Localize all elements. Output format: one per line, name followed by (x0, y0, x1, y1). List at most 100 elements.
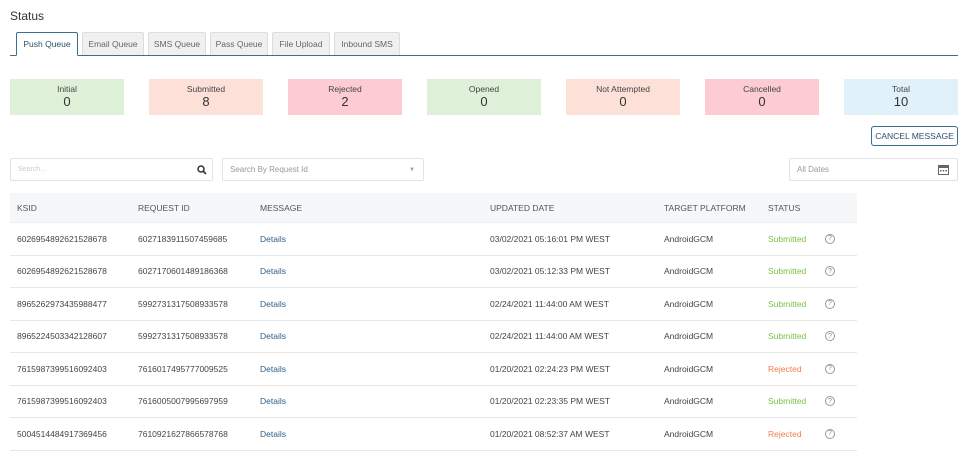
status-cell: Submitted (768, 298, 807, 309)
status-cell: Rejected (768, 363, 802, 374)
platform-cell: AndroidGCM (664, 266, 714, 277)
updated-date-cell: 03/02/2021 05:12:33 PM WEST (490, 266, 611, 277)
help-icon[interactable]: ? (825, 396, 835, 407)
status-card-cancelled: Cancelled 0 (705, 79, 819, 115)
search-input[interactable]: Search... (10, 158, 213, 181)
status-card-total: Total 10 (844, 79, 958, 115)
ksid-cell: 6026954892621528678 (17, 266, 107, 277)
table-row: 7615987399516092403 7616017495777009525 De… (10, 353, 857, 386)
request-id-cell: 5992731317508933578 (138, 298, 228, 309)
platform-cell: AndroidGCM (664, 331, 714, 342)
status-card-rejected: Rejected 2 (288, 79, 402, 115)
search-icon[interactable] (197, 165, 207, 175)
table-header: KSID REQUEST ID MESSAGE UPDATED DATE TARGET … (10, 193, 857, 223)
updated-date-cell: 02/24/2021 11:44:00 AM WEST (490, 331, 609, 342)
request-id-cell: 5992731317508933578 (138, 331, 228, 342)
updated-date-cell: 03/02/2021 05:16:01 PM WEST (490, 233, 611, 244)
tab-inbound-sms[interactable]: Inbound SMS (334, 32, 400, 55)
card-value: 0 (619, 94, 627, 109)
platform-cell: AndroidGCM (664, 233, 714, 244)
status-card-initial: Initial 0 (10, 79, 124, 115)
details-link[interactable]: Details (260, 266, 286, 276)
caret-down-icon: ▼ (409, 166, 415, 173)
card-label: Rejected (328, 84, 362, 94)
details-link[interactable]: Details (260, 331, 286, 341)
column-header[interactable]: TARGET PLATFORM (664, 203, 746, 213)
help-icon[interactable]: ? (825, 298, 835, 309)
details-link[interactable]: Details (260, 299, 286, 309)
page-title: Status (10, 9, 45, 23)
ksid-cell: 5004514484917369456 (17, 428, 107, 439)
ksid-cell: 6026954892621528678 (17, 233, 107, 244)
column-header[interactable]: REQUEST ID (138, 203, 190, 213)
request-id-cell: 7610921627866578768 (138, 428, 228, 439)
status-cell: Submitted (768, 396, 807, 407)
updated-date-cell: 01/20/2021 02:23:35 PM WEST (490, 396, 611, 407)
updated-date-cell: 02/24/2021 11:44:00 AM WEST (490, 298, 609, 309)
table-row: 6026954892621528678 6027183911507459685 De… (10, 223, 857, 256)
card-label: Not Attempted (596, 84, 650, 94)
column-header[interactable]: MESSAGE (260, 203, 302, 213)
status-cell: Rejected (768, 428, 802, 439)
details-link[interactable]: Details (260, 234, 286, 244)
details-link[interactable]: Details (260, 396, 286, 406)
table-row: 8965224503342128607 5992731317508933578 De… (10, 321, 857, 353)
card-value: 10 (893, 94, 909, 109)
card-label: Initial (57, 84, 77, 94)
status-cell: Submitted (768, 266, 807, 277)
calendar-icon[interactable] (938, 165, 949, 175)
status-card-submitted: Submitted 8 (149, 79, 263, 115)
card-value: 2 (341, 94, 349, 109)
platform-cell: AndroidGCM (664, 363, 714, 374)
help-icon[interactable]: ? (825, 233, 835, 244)
tab-email-queue[interactable]: Email Queue (82, 32, 144, 55)
details-link[interactable]: Details (260, 364, 286, 374)
request-id-dropdown[interactable]: Search By Request Id ▼ (222, 158, 424, 181)
push-queue-table: KSID REQUEST ID MESSAGE UPDATED DATE TARGET … (10, 193, 857, 451)
date-filter-input[interactable]: All Dates (789, 158, 958, 181)
help-icon[interactable]: ? (825, 266, 835, 277)
status-cell: Submitted (768, 331, 807, 342)
search-placeholder: Search... (18, 166, 47, 173)
card-value: 0 (758, 94, 766, 109)
card-label: Cancelled (743, 84, 781, 94)
date-placeholder: All Dates (797, 165, 830, 174)
card-value: 8 (202, 94, 210, 109)
tab-push-queue[interactable]: Push Queue (16, 32, 78, 56)
tab-bar: Push Queue Email Queue SMS Queue Pass Queue… (10, 32, 958, 56)
request-id-placeholder: Search By Request Id (230, 165, 308, 174)
request-id-cell: 7616017495777009525 (138, 363, 228, 374)
tab-file-upload[interactable]: File Upload (272, 32, 330, 55)
tab-pass-queue[interactable]: Pass Queue (210, 32, 268, 55)
ksid-cell: 8965224503342128607 (17, 331, 107, 342)
ksid-cell: 8965262973435988477 (17, 298, 107, 309)
status-cell: Submitted (768, 233, 807, 244)
request-id-cell: 7616005007995697959 (138, 396, 228, 407)
ksid-cell: 7615987399516092403 (17, 363, 107, 374)
updated-date-cell: 01/20/2021 08:52:37 AM WEST (490, 428, 610, 439)
status-card-not-attempted: Not Attempted 0 (566, 79, 680, 115)
help-icon[interactable]: ? (825, 428, 835, 439)
card-label: Opened (468, 84, 500, 94)
column-header[interactable]: STATUS (768, 203, 800, 213)
card-label: Total (892, 84, 910, 94)
cancel-message-button[interactable]: CANCEL MESSAGE (871, 126, 958, 146)
help-icon[interactable]: ? (825, 331, 835, 342)
status-card-opened: Opened 0 (427, 79, 541, 115)
request-id-cell: 6027170601489186368 (138, 266, 228, 277)
help-icon[interactable]: ? (825, 363, 835, 374)
column-header[interactable]: KSID (17, 203, 37, 213)
platform-cell: AndroidGCM (664, 298, 714, 309)
platform-cell: AndroidGCM (664, 428, 714, 439)
platform-cell: AndroidGCM (664, 396, 714, 407)
details-link[interactable]: Details (260, 429, 286, 439)
card-label: Submitted (186, 84, 226, 94)
table-row: 6026954892621528678 6027170601489186368 De… (10, 256, 857, 288)
card-value: 0 (480, 94, 488, 109)
table-row: 7615987399516092403 7616005007995697959 De… (10, 386, 857, 418)
table-row: 8965262973435988477 5992731317508933578 De… (10, 288, 857, 321)
tab-sms-queue[interactable]: SMS Queue (148, 32, 206, 55)
column-header[interactable]: UPDATED DATE (490, 203, 554, 213)
card-value: 0 (63, 94, 71, 109)
table-row: 5004514484917369456 7610921627866578768 De… (10, 418, 857, 451)
